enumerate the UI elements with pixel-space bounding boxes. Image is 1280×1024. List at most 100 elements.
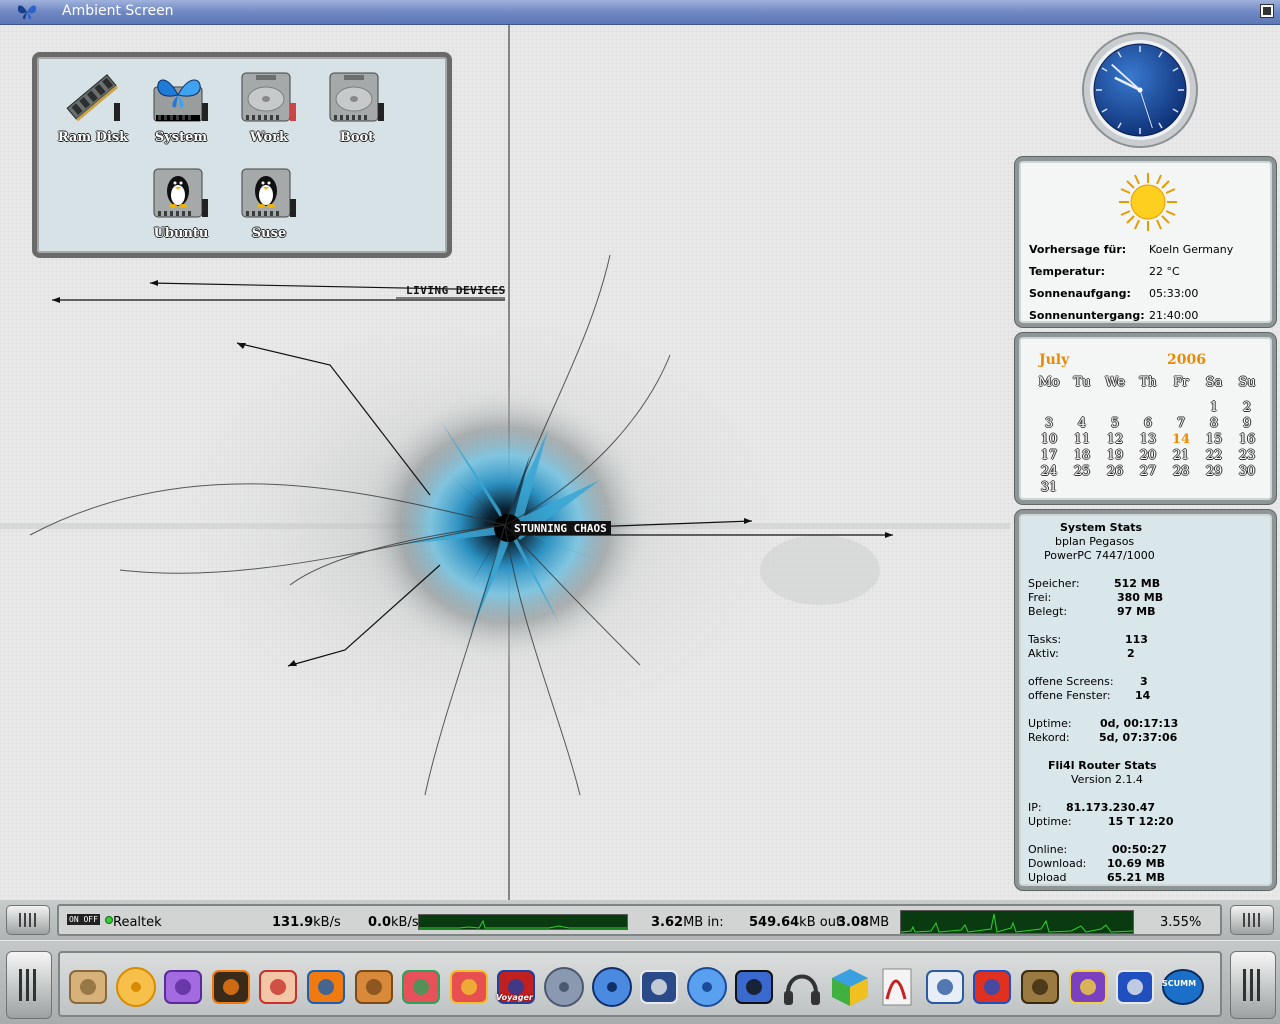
bar-grip-right-icon[interactable] [1230,905,1274,935]
drive-ubuntu[interactable]: Ubuntu [139,165,223,241]
calendar-day[interactable]: 7 [1165,416,1197,431]
system-stats-panel: System Stats bplan Pegasos PowerPC 7447/… [1015,510,1276,890]
calendar-day[interactable]: 13 [1132,432,1164,447]
stats-value: 5d, 07:37:06 [1099,731,1178,744]
router-label: Download: [1028,857,1087,870]
mail-icon[interactable] [161,965,205,1009]
mario-icon[interactable] [970,965,1014,1009]
image-viewer-icon[interactable] [352,965,396,1009]
cube-icon[interactable] [828,965,872,1009]
router-value: 65.21 MB [1107,871,1165,884]
dock-grip-right-icon[interactable] [1230,951,1276,1019]
calendar-weekday: Fr [1173,375,1189,390]
stats-label: Uptime: [1028,717,1072,730]
router-version: Version 2.1.4 [1071,773,1143,786]
calendar-day[interactable]: 6 [1132,416,1164,431]
stats-value: 0d, 00:17:13 [1100,717,1179,730]
network-monitor-bar: ON OFF Realtek 131.9kB/s 0.0kB/s 3.62MB … [0,900,1280,940]
calendar-day[interactable]: 10 [1033,432,1065,447]
router-label: Upload [1028,871,1067,884]
stats-value: 3 [1140,675,1148,688]
calendar-weekday: Su [1238,375,1256,390]
calendar-day[interactable]: 29 [1198,464,1230,479]
sonic-icon[interactable] [1113,965,1157,1009]
drive-system[interactable]: System [139,69,223,145]
calendar-weekday: We [1105,375,1125,390]
calendar-day[interactable]: 18 [1066,448,1098,463]
calendar-day[interactable]: 25 [1066,464,1098,479]
calendar-day[interactable]: 11 [1066,432,1098,447]
calendar-day[interactable]: 23 [1231,448,1263,463]
router-label: Uptime: [1028,815,1072,828]
calendar-day[interactable]: 19 [1099,448,1131,463]
calendar-day-today[interactable]: 14 [1165,432,1197,447]
cd-icon[interactable] [114,965,158,1009]
calendar-day[interactable]: 26 [1099,464,1131,479]
window-title: Ambient Screen [62,3,174,19]
voyager-browser-icon[interactable] [494,965,538,1009]
drive-boot[interactable]: Boot [315,69,399,145]
calendar-day[interactable]: 16 [1231,432,1263,447]
calendar-day[interactable]: 20 [1132,448,1164,463]
butterfly-logo-icon[interactable] [16,2,38,22]
flame-icon[interactable] [209,965,253,1009]
drive-label: Ubuntu [153,226,209,241]
calendar-day[interactable]: 3 [1033,416,1065,431]
cpu-usage: 3.55% [1160,915,1202,930]
stats-value: 14 [1135,689,1151,702]
blender-icon[interactable] [304,965,348,1009]
pdf-icon[interactable] [875,965,919,1009]
weather-row-temperature: Temperatur: 22 °C [1029,265,1180,278]
globe-icon[interactable] [590,965,634,1009]
depth-gadget-icon[interactable] [1260,4,1274,18]
calendar-day[interactable]: 21 [1165,448,1197,463]
pinup-icon[interactable] [256,965,300,1009]
router-value: 15 T 12:20 [1108,815,1174,828]
draw-icon[interactable] [923,965,967,1009]
calendar-day[interactable]: 17 [1033,448,1065,463]
calendar-day[interactable]: 28 [1165,464,1197,479]
calendar-day[interactable]: 1 [1198,400,1230,415]
calendar-day[interactable]: 8 [1198,416,1230,431]
calendar-day[interactable]: 30 [1231,464,1263,479]
calendar-day[interactable]: 15 [1198,432,1230,447]
on-off-toggle[interactable]: ON OFF [67,914,100,925]
title-bar[interactable]: Ambient Screen [0,0,1280,25]
calendar-day[interactable]: 31 [1033,480,1065,495]
calendar-weekday: Mo [1038,375,1060,390]
calendar-day[interactable]: 5 [1099,416,1131,431]
calendar-day[interactable]: 24 [1033,464,1065,479]
cpu-graph [900,910,1134,934]
calendar-day[interactable]: 4 [1066,416,1098,431]
drive-label: Ram Disk [57,130,129,145]
snk-icon[interactable] [1018,965,1062,1009]
package-icon[interactable] [66,965,110,1009]
calendar-day[interactable]: 2 [1231,400,1263,415]
dock-grip-left-icon[interactable] [6,951,52,1019]
headphones-icon[interactable] [780,965,824,1009]
stats-label: offene Screens: [1028,675,1114,688]
drive-ram-disk[interactable]: Ram Disk [51,69,135,145]
calendar-year: 2006 [1167,352,1206,368]
stats-label: Aktiv: [1028,647,1059,660]
calendar-day[interactable]: 12 [1099,432,1131,447]
drive-work[interactable]: Work [227,69,311,145]
calendar-day[interactable]: 22 [1198,448,1230,463]
spiral-icon[interactable] [399,965,443,1009]
drive-suse[interactable]: Suse [227,165,311,241]
analog-clock [1082,32,1198,148]
clapperboard-icon[interactable] [732,965,776,1009]
paint-icon[interactable] [447,965,491,1009]
spiral-blue-icon[interactable] [685,965,729,1009]
weather-row-location: Vorhersage für: Koeln Germany [1029,243,1234,256]
megaman-icon[interactable] [1066,965,1110,1009]
disk-utility-icon[interactable] [542,965,586,1009]
eagle-icon[interactable] [637,965,681,1009]
calendar-day[interactable]: 27 [1132,464,1164,479]
download-rate: 131.9kB/s [272,915,341,930]
calendar-weekday: Th [1139,375,1157,390]
bar-grip-left-icon[interactable] [6,905,50,935]
interface-name: Realtek [113,915,162,930]
dock: Voyager SCUMM [58,951,1222,1017]
calendar-day[interactable]: 9 [1231,416,1263,431]
